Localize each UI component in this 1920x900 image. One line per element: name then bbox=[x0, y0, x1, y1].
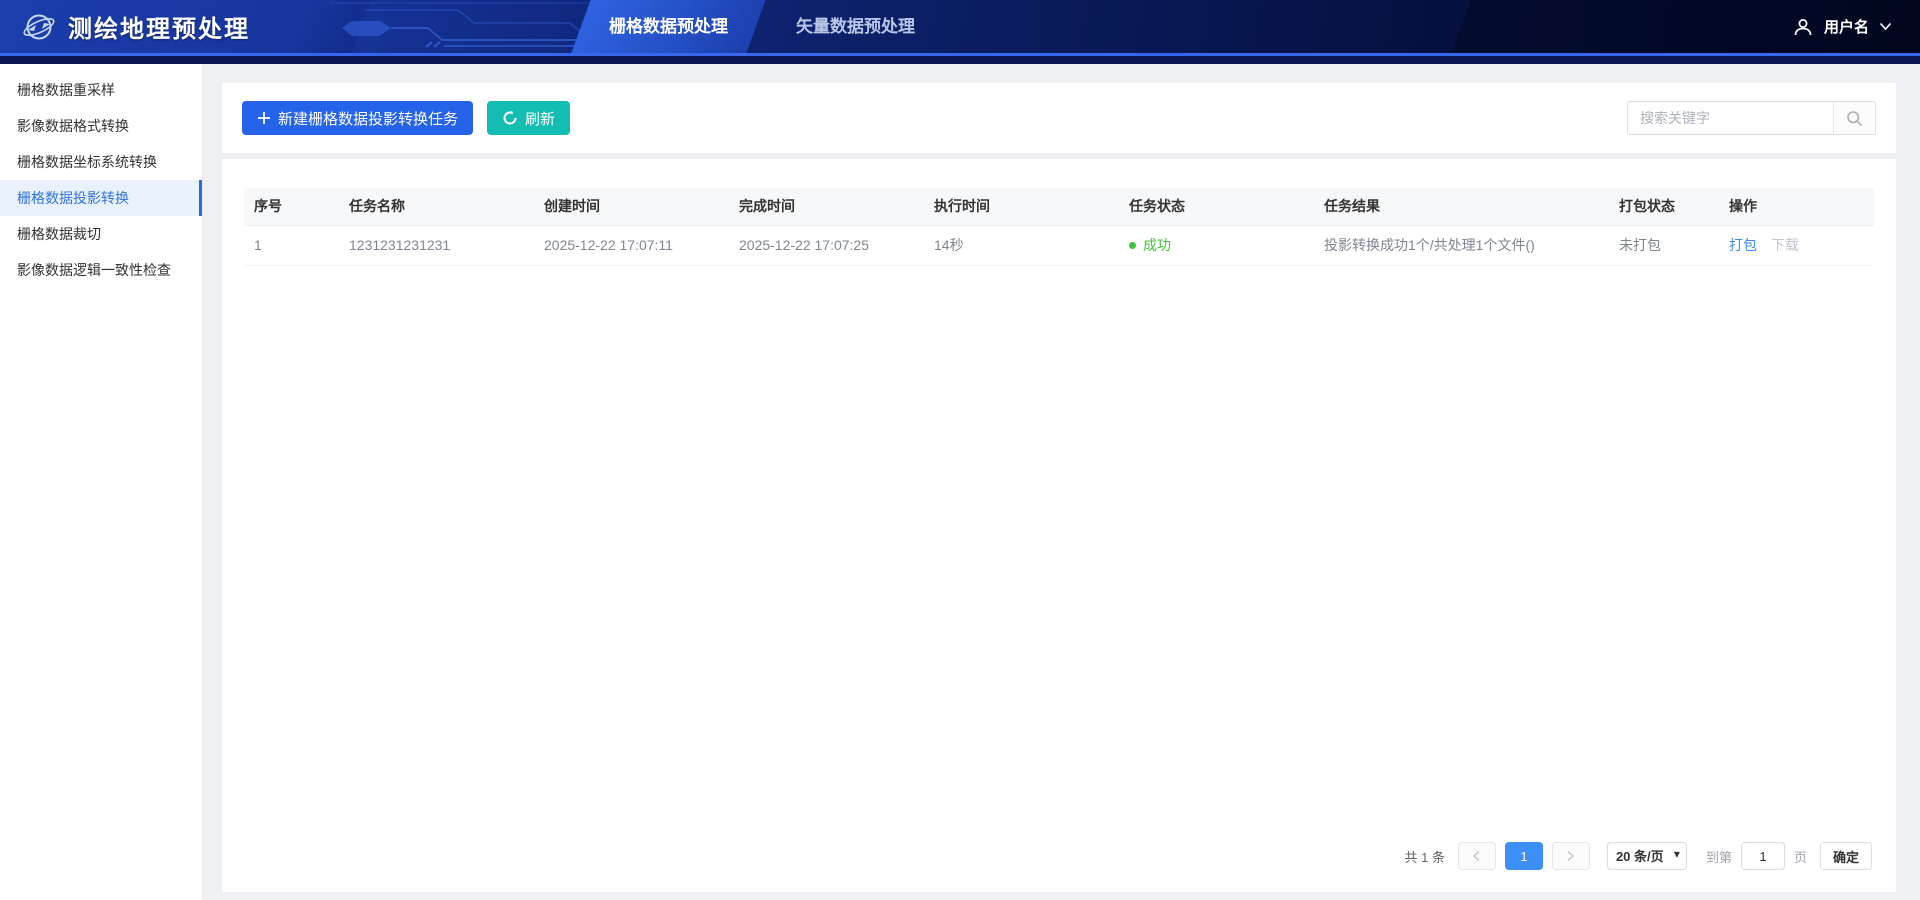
main-content: 新建栅格数据投影转换任务 刷新 bbox=[202, 64, 1920, 900]
cell-task-name: 1231231231231 bbox=[339, 225, 534, 265]
cell-created-time: 2025-12-22 17:07:11 bbox=[534, 225, 729, 265]
pagination-total: 共 1 条 bbox=[1404, 847, 1444, 866]
chevron-left-icon bbox=[1472, 850, 1481, 862]
goto-page-input[interactable] bbox=[1741, 842, 1785, 870]
cell-package-status: 未打包 bbox=[1609, 225, 1719, 265]
tab-vector-preprocess[interactable]: 矢量数据预处理 bbox=[762, 0, 949, 53]
cell-finished-time: 2025-12-22 17:07:25 bbox=[729, 225, 924, 265]
search-button[interactable] bbox=[1833, 102, 1875, 134]
sidebar-item-raster-resample[interactable]: 栅格数据重采样 bbox=[0, 72, 202, 108]
page-number-button[interactable]: 1 bbox=[1505, 842, 1543, 870]
refresh-icon bbox=[502, 110, 518, 126]
table-header-row: 序号 任务名称 创建时间 完成时间 执行时间 任务状态 任务结果 打包状态 操作 bbox=[244, 188, 1874, 225]
col-task-name: 任务名称 bbox=[339, 188, 534, 225]
top-tabs: 栅格数据预处理 矢量数据预处理 bbox=[575, 0, 949, 53]
tab-raster-preprocess[interactable]: 栅格数据预处理 bbox=[575, 0, 762, 53]
col-task-status: 任务状态 bbox=[1119, 188, 1314, 225]
sidebar-item-raster-clip[interactable]: 栅格数据裁切 bbox=[0, 216, 202, 252]
goto-confirm-button[interactable]: 确定 bbox=[1820, 842, 1872, 870]
status-dot-icon bbox=[1129, 242, 1136, 249]
satellite-orbit-icon bbox=[22, 10, 56, 44]
prev-page-button[interactable] bbox=[1458, 842, 1496, 870]
sidebar-item-raster-coordsys-convert[interactable]: 栅格数据坐标系统转换 bbox=[0, 144, 202, 180]
sidebar-item-image-format-convert[interactable]: 影像数据格式转换 bbox=[0, 108, 202, 144]
download-link: 下载 bbox=[1771, 237, 1799, 253]
pagination: 共 1 条 1 20 条/页 到第 bbox=[244, 828, 1874, 878]
col-index: 序号 bbox=[244, 188, 339, 225]
brand: 测绘地理预处理 bbox=[22, 0, 250, 53]
goto-page-suffix: 页 bbox=[1794, 847, 1807, 866]
col-finished-time: 完成时间 bbox=[729, 188, 924, 225]
task-table-card: 序号 任务名称 创建时间 完成时间 执行时间 任务状态 任务结果 打包状态 操作… bbox=[222, 159, 1896, 892]
cell-actions: 打包 下载 bbox=[1719, 225, 1874, 265]
next-page-button[interactable] bbox=[1552, 842, 1590, 870]
cell-index: 1 bbox=[244, 225, 339, 265]
layout: 栅格数据重采样 影像数据格式转换 栅格数据坐标系统转换 栅格数据投影转换 栅格数… bbox=[0, 64, 1920, 900]
plus-icon bbox=[257, 111, 271, 125]
user-menu[interactable]: 用户名 bbox=[1792, 0, 1892, 53]
page-title: 测绘地理预处理 bbox=[68, 9, 250, 44]
search-input[interactable] bbox=[1628, 102, 1833, 134]
col-package-status: 打包状态 bbox=[1609, 188, 1719, 225]
sidebar-item-raster-projection-convert[interactable]: 栅格数据投影转换 bbox=[0, 180, 202, 216]
col-task-result: 任务结果 bbox=[1314, 188, 1609, 225]
header-background: 测绘地理预处理 栅格数据预处理 矢量数据预处理 用户名 bbox=[0, 0, 1920, 53]
col-exec-time: 执行时间 bbox=[924, 188, 1119, 225]
page-size-select-wrap: 20 条/页 bbox=[1607, 842, 1687, 870]
page-size-select[interactable]: 20 条/页 bbox=[1607, 842, 1687, 870]
search-box bbox=[1627, 101, 1876, 135]
status-badge: 成功 bbox=[1129, 235, 1171, 255]
user-name: 用户名 bbox=[1824, 16, 1869, 37]
sidebar-item-image-logic-check[interactable]: 影像数据逻辑一致性检查 bbox=[0, 252, 202, 288]
cell-task-result: 投影转换成功1个/共处理1个文件() bbox=[1314, 225, 1609, 265]
header-dark-strip bbox=[0, 56, 1920, 64]
sidebar: 栅格数据重采样 影像数据格式转换 栅格数据坐标系统转换 栅格数据投影转换 栅格数… bbox=[0, 64, 202, 900]
new-task-button[interactable]: 新建栅格数据投影转换任务 bbox=[242, 101, 473, 135]
package-link[interactable]: 打包 bbox=[1729, 237, 1757, 253]
chevron-right-icon bbox=[1566, 850, 1575, 862]
task-table: 序号 任务名称 创建时间 完成时间 执行时间 任务状态 任务结果 打包状态 操作… bbox=[244, 188, 1874, 266]
toolbar: 新建栅格数据投影转换任务 刷新 bbox=[222, 83, 1896, 153]
table-row: 1 1231231231231 2025-12-22 17:07:11 2025… bbox=[244, 225, 1874, 265]
col-created-time: 创建时间 bbox=[534, 188, 729, 225]
chevron-down-icon bbox=[1879, 22, 1892, 31]
refresh-button[interactable]: 刷新 bbox=[487, 101, 570, 135]
cell-task-status: 成功 bbox=[1119, 225, 1314, 265]
magnifier-icon bbox=[1846, 110, 1863, 127]
person-icon bbox=[1792, 16, 1814, 38]
col-actions: 操作 bbox=[1719, 188, 1874, 225]
goto-page-prefix: 到第 bbox=[1706, 847, 1732, 866]
app-header: 测绘地理预处理 栅格数据预处理 矢量数据预处理 用户名 bbox=[0, 0, 1920, 64]
cell-exec-time: 14秒 bbox=[924, 225, 1119, 265]
